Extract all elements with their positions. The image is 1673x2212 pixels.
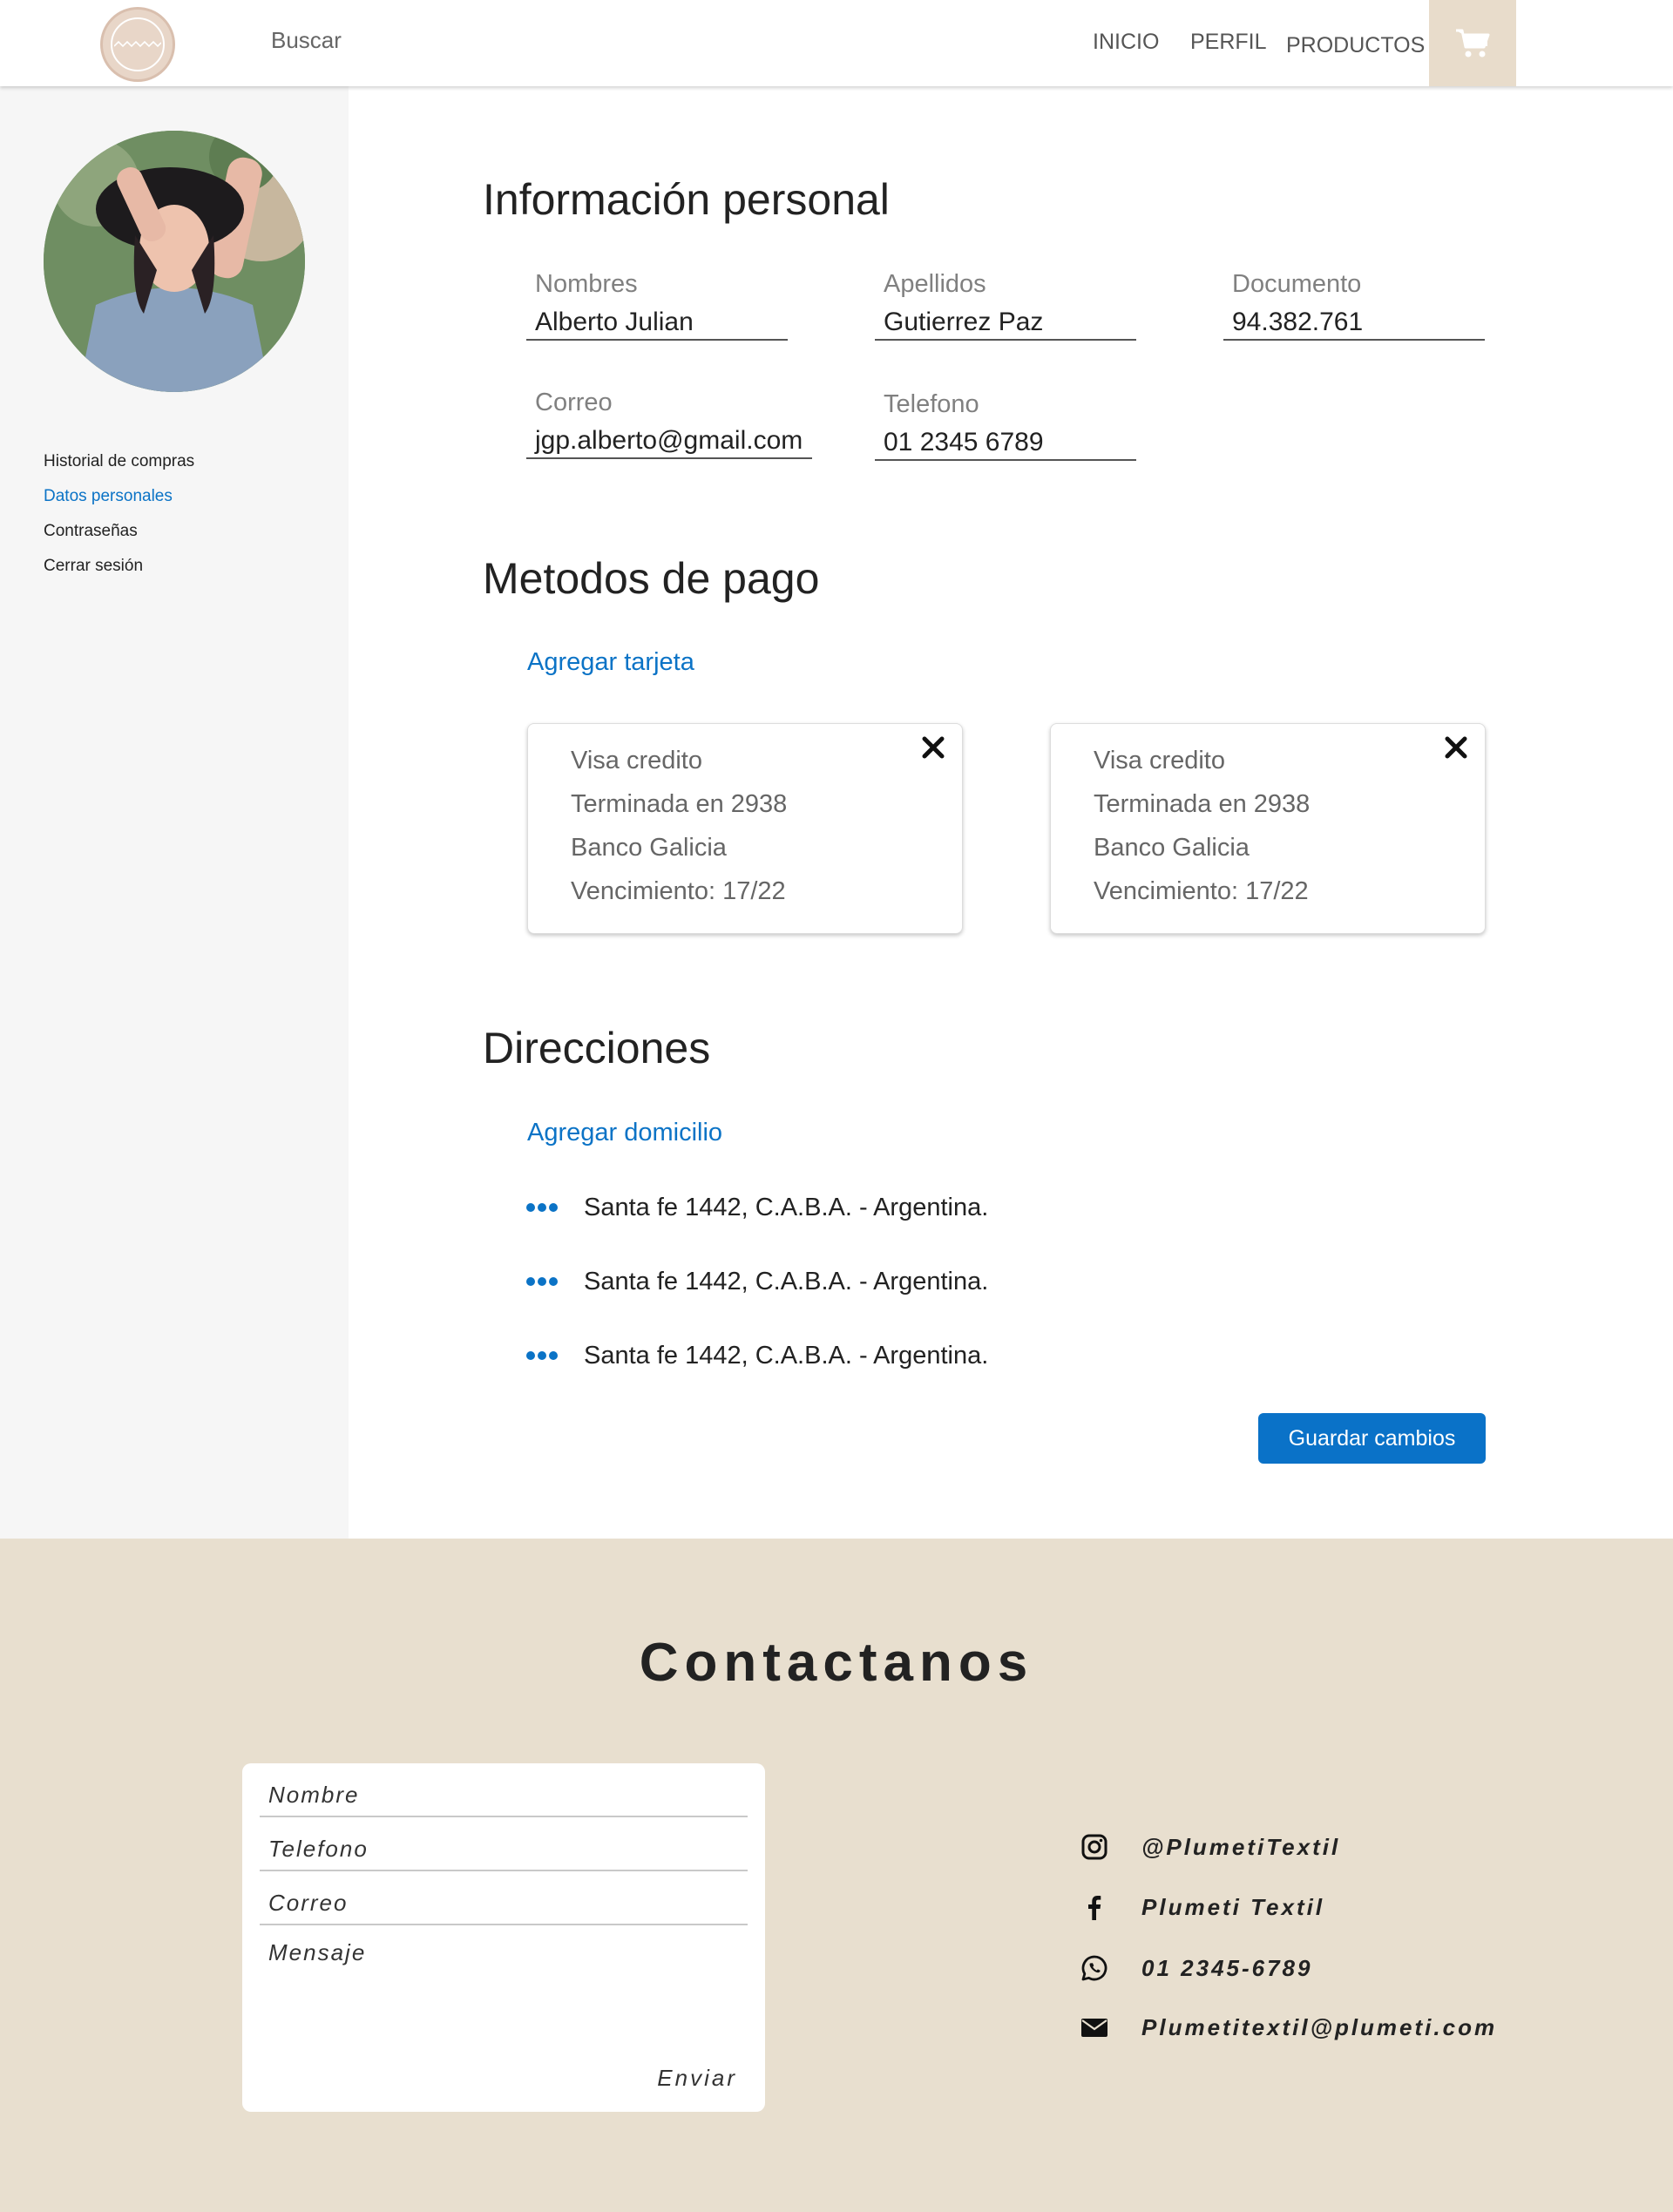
contact-phone-input[interactable]: Telefono: [260, 1817, 748, 1871]
close-icon[interactable]: [918, 733, 948, 762]
address-text: Santa fe 1442, C.A.B.A. - Argentina.: [584, 1341, 989, 1370]
telefono-input[interactable]: 01 2345 6789: [875, 428, 1136, 461]
correo-label: Correo: [535, 389, 613, 416]
nav-productos[interactable]: PRODUCTOS: [1286, 33, 1425, 58]
search-input[interactable]: Buscar: [271, 27, 342, 54]
telefono-label: Telefono: [884, 390, 979, 418]
contact-email[interactable]: Plumetitextil@plumeti.com: [1080, 2006, 1497, 2049]
correo-field[interactable]: Correo jgp.alberto@gmail.com: [526, 389, 812, 459]
documento-input[interactable]: 94.382.761: [1223, 308, 1485, 341]
close-icon[interactable]: [1441, 733, 1471, 762]
card-expiry: Vencimiento: 17/22: [1094, 877, 1309, 905]
add-card-link[interactable]: Agregar tarjeta: [527, 648, 694, 677]
apellidos-label: Apellidos: [884, 270, 986, 298]
contact-instagram[interactable]: @PlumetiTextil: [1080, 1825, 1340, 1869]
whatsapp-number: 01 2345-6789: [1141, 1954, 1313, 1981]
brand-logo[interactable]: [100, 7, 175, 82]
sidebar-item-datos-personales[interactable]: Datos personales: [44, 479, 194, 514]
address-item: Santa fe 1442, C.A.B.A. - Argentina.: [526, 1334, 988, 1377]
email-placeholder: Correo: [268, 1890, 349, 1916]
contact-whatsapp[interactable]: 01 2345-6789: [1080, 1946, 1312, 1990]
documento-field[interactable]: Documento 94.382.761: [1223, 270, 1485, 341]
card-bank: Banco Galicia: [1094, 834, 1250, 862]
facebook-name: Plumeti Textil: [1141, 1893, 1325, 1920]
documento-label: Documento: [1232, 270, 1362, 298]
add-address-link[interactable]: Agregar domicilio: [527, 1119, 722, 1147]
address-text: Santa fe 1442, C.A.B.A. - Argentina.: [584, 1193, 989, 1221]
contact-email-input[interactable]: Correo: [260, 1871, 748, 1925]
card-ending: Terminada en 2938: [571, 790, 788, 818]
card-type: Visa credito: [1094, 747, 1225, 775]
whatsapp-icon: [1081, 1955, 1107, 1981]
more-options-icon[interactable]: [526, 1351, 584, 1360]
contact-form: Nombre Telefono Correo Mensaje Enviar: [242, 1763, 765, 2112]
more-options-icon[interactable]: [526, 1203, 584, 1212]
avatar: [44, 131, 305, 392]
instagram-icon: [1081, 1834, 1107, 1860]
card-type: Visa credito: [571, 747, 702, 775]
nav-inicio[interactable]: INICIO: [1093, 30, 1159, 55]
telefono-field[interactable]: Telefono 01 2345 6789: [875, 390, 1136, 461]
send-button[interactable]: Enviar: [657, 2065, 737, 2092]
email-address: Plumetitextil@plumeti.com: [1141, 2013, 1498, 2040]
save-changes-button[interactable]: Guardar cambios: [1258, 1413, 1486, 1464]
sidebar-item-contrasenas[interactable]: Contraseñas: [44, 514, 194, 549]
facebook-icon: [1088, 1896, 1101, 1920]
correo-input[interactable]: jgp.alberto@gmail.com: [526, 426, 812, 459]
nombres-field[interactable]: Nombres Alberto Julian: [526, 270, 788, 341]
addresses-title: Direcciones: [483, 1024, 711, 1072]
personal-info-title: Información personal: [483, 175, 890, 224]
contact-title: Contactanos: [639, 1633, 1034, 1693]
payment-card: Visa credito Terminada en 2938 Banco Gal…: [527, 723, 963, 934]
address-item: Santa fe 1442, C.A.B.A. - Argentina.: [526, 1186, 988, 1229]
name-placeholder: Nombre: [268, 1782, 360, 1808]
card-expiry: Vencimiento: 17/22: [571, 877, 786, 905]
instagram-handle: @PlumetiTextil: [1141, 1833, 1341, 1860]
profile-sidebar: Historial de compras Datos personales Co…: [0, 86, 349, 1539]
phone-placeholder: Telefono: [268, 1836, 369, 1862]
card-bank: Banco Galicia: [571, 834, 727, 862]
payment-methods-title: Metodos de pago: [483, 554, 820, 603]
apellidos-field[interactable]: Apellidos Gutierrez Paz: [875, 270, 1136, 341]
mail-icon: [1081, 2019, 1107, 2037]
cart-icon: [1456, 29, 1490, 57]
address-text: Santa fe 1442, C.A.B.A. - Argentina.: [584, 1267, 989, 1295]
more-options-icon[interactable]: [526, 1277, 584, 1286]
payment-card: Visa credito Terminada en 2938 Banco Gal…: [1050, 723, 1486, 934]
contact-message-input[interactable]: Mensaje: [268, 1939, 366, 1966]
contact-name-input[interactable]: Nombre: [260, 1763, 748, 1817]
nombres-input[interactable]: Alberto Julian: [526, 308, 788, 341]
address-item: Santa fe 1442, C.A.B.A. - Argentina.: [526, 1260, 988, 1303]
nav-perfil[interactable]: PERFIL: [1190, 30, 1267, 55]
sidebar-item-historial[interactable]: Historial de compras: [44, 444, 194, 479]
cart-button[interactable]: [1429, 0, 1516, 86]
apellidos-input[interactable]: Gutierrez Paz: [875, 308, 1136, 341]
sidebar-item-cerrar-sesion[interactable]: Cerrar sesión: [44, 549, 194, 584]
top-navbar: Buscar INICIO PERFIL PRODUCTOS: [0, 0, 1673, 86]
contact-footer: Contactanos Nombre Telefono Correo Mensa…: [0, 1539, 1673, 2212]
nombres-label: Nombres: [535, 270, 638, 298]
contact-facebook[interactable]: Plumeti Textil: [1080, 1885, 1324, 1929]
card-ending: Terminada en 2938: [1094, 790, 1311, 818]
